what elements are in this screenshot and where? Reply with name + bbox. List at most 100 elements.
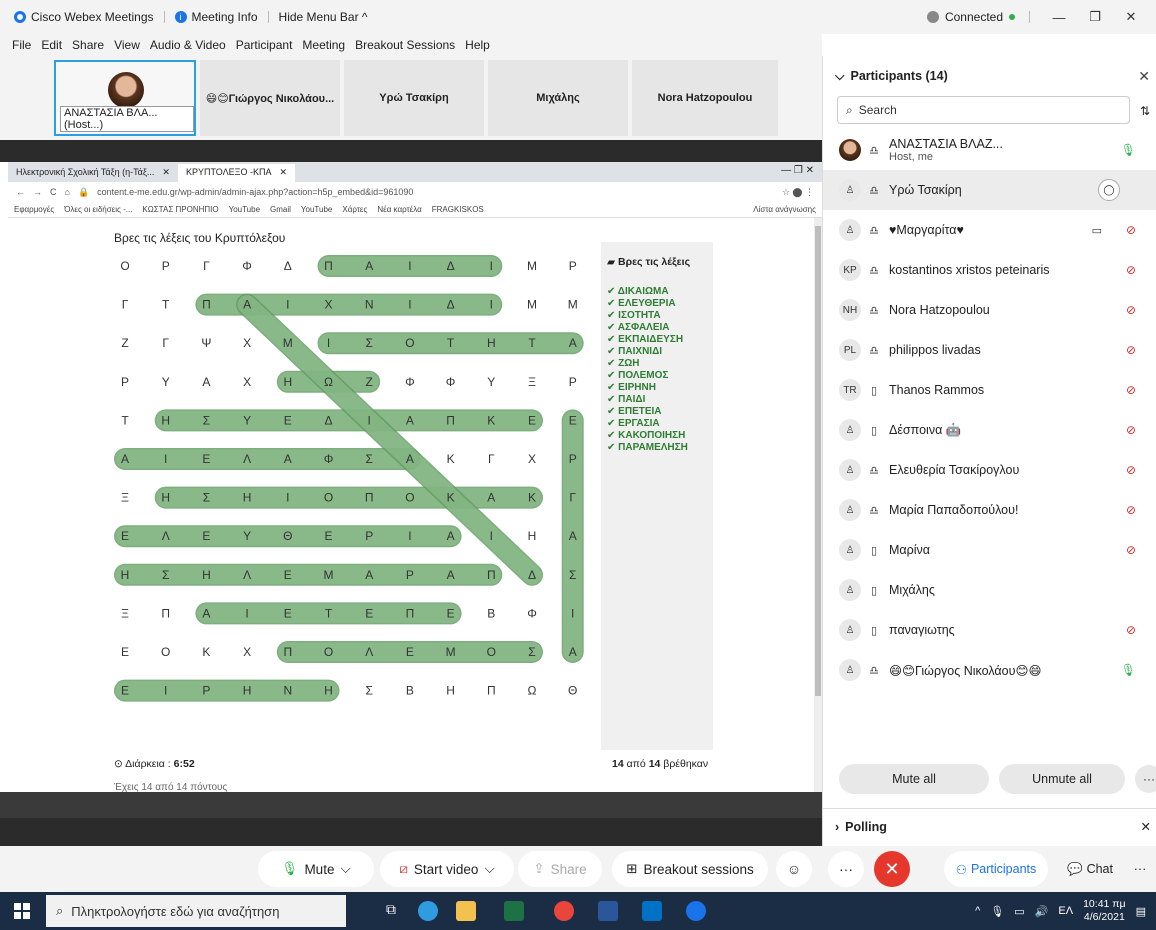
grid-letter[interactable]: Α — [202, 375, 210, 389]
video-tile[interactable]: Υρώ Τσακίρη — [344, 60, 484, 136]
grid-letter[interactable]: Ω — [528, 684, 537, 698]
mic-on-icon[interactable]: 🎙 — [1121, 663, 1136, 677]
grid-letter[interactable]: Ε — [284, 413, 292, 427]
grid-letter[interactable]: Κ — [447, 452, 455, 466]
grid-letter[interactable]: Μ — [527, 298, 537, 312]
back-icon[interactable]: ← — [16, 187, 25, 197]
menu-edit[interactable]: Edit — [41, 38, 62, 52]
chrome-icon[interactable] — [554, 901, 574, 921]
close-tab-icon[interactable]: ✕ — [162, 167, 170, 179]
menu-audio-video[interactable]: Audio & Video — [150, 38, 226, 52]
grid-letter[interactable]: Α — [406, 452, 414, 466]
participant-row[interactable]: TR ▯ Thanos Rammos ⊘ — [823, 370, 1156, 410]
grid-letter[interactable]: Ε — [121, 529, 129, 543]
reactions-button[interactable]: ☺ — [776, 851, 812, 887]
grid-letter[interactable]: Ο — [405, 491, 414, 505]
grid-letter[interactable]: Σ — [365, 684, 372, 698]
mic-muted-icon[interactable]: ⊘ — [1126, 623, 1136, 637]
grid-letter[interactable]: Π — [446, 413, 455, 427]
reload-icon[interactable]: C — [50, 187, 57, 197]
grid-letter[interactable]: Γ — [488, 452, 495, 466]
grid-letter[interactable]: Ε — [284, 568, 292, 582]
meeting-info-button[interactable]: i Meeting Info — [174, 10, 258, 24]
grid-letter[interactable]: Σ — [528, 645, 535, 659]
grid-letter[interactable]: Α — [406, 413, 414, 427]
grid-letter[interactable]: Γ — [203, 259, 210, 273]
controls-more-button[interactable]: ··· — [1126, 851, 1154, 887]
grid-letter[interactable]: Ε — [569, 413, 577, 427]
grid-letter[interactable]: Ξ — [528, 375, 536, 389]
grid-letter[interactable]: Ε — [121, 645, 129, 659]
grid-letter[interactable]: Α — [365, 259, 373, 273]
grid-letter[interactable]: Α — [284, 452, 292, 466]
grid-letter[interactable]: Α — [447, 568, 455, 582]
grid-letter[interactable]: Η — [202, 568, 211, 582]
more-button[interactable]: ··· — [828, 851, 864, 887]
grid-letter[interactable]: Ν — [365, 298, 374, 312]
grid-letter[interactable]: Σ — [203, 491, 210, 505]
outlook-icon[interactable] — [642, 901, 662, 921]
mic-muted-icon[interactable]: ⊘ — [1126, 343, 1136, 357]
participant-row[interactable]: ♙ ♎ ♥Μαργαρίτα♥ ▭ ⊘ — [823, 210, 1156, 250]
language-indicator[interactable]: ΕΛ — [1058, 905, 1073, 917]
word-icon[interactable] — [598, 901, 618, 921]
grid-letter[interactable]: Ι — [245, 606, 248, 620]
menu-meeting[interactable]: Meeting — [302, 38, 345, 52]
video-tile[interactable]: 😄😊Γιώργος Νικολάου... — [200, 60, 340, 136]
grid-letter[interactable]: Η — [161, 413, 170, 427]
grid-letter[interactable]: Ρ — [569, 452, 577, 466]
grid-letter[interactable]: Ε — [324, 529, 332, 543]
close-window-button[interactable]: ✕ — [1116, 9, 1146, 25]
excel-icon[interactable] — [504, 901, 524, 921]
grid-letter[interactable]: Ρ — [121, 375, 129, 389]
grid-letter[interactable]: Γ — [122, 298, 129, 312]
grid-letter[interactable]: Μ — [324, 568, 334, 582]
grid-letter[interactable]: Ο — [120, 259, 129, 273]
grid-letter[interactable]: Η — [243, 684, 252, 698]
video-tile[interactable]: Nora Hatzopoulou — [632, 60, 778, 136]
volume-icon[interactable]: 🔊 — [1035, 905, 1049, 918]
grid-letter[interactable]: Λ — [162, 529, 170, 543]
participant-row[interactable]: ♙ ▯ Δέσποινα 🤖 ⊘ — [823, 410, 1156, 450]
grid-letter[interactable]: Ρ — [162, 259, 170, 273]
file-explorer-icon[interactable] — [456, 901, 476, 921]
participant-row[interactable]: NH ♎ Nora Hatzopoulou ⊘ — [823, 290, 1156, 330]
breakout-sessions-button[interactable]: ⊞ Breakout sessions — [612, 851, 768, 887]
grid-letter[interactable]: Ι — [571, 606, 574, 620]
menu-participant[interactable]: Participant — [236, 38, 293, 52]
participants-header[interactable]: ⌵ Participants (14) — [823, 56, 1156, 96]
search-input[interactable]: Search — [859, 103, 897, 117]
connection-status[interactable]: Connected — [945, 10, 1003, 24]
grid-letter[interactable]: Μ — [527, 259, 537, 273]
grid-letter[interactable]: Ο — [405, 336, 414, 350]
grid-letter[interactable]: Χ — [324, 298, 332, 312]
sort-list-icon[interactable]: ⇅ — [1140, 104, 1150, 118]
menu-file[interactable]: File — [12, 38, 31, 52]
mic-muted-icon[interactable]: ⊘ — [1126, 463, 1136, 477]
start-video-button[interactable]: ⧄ Start video ⌵ — [380, 851, 514, 887]
grid-letter[interactable]: Ο — [161, 645, 170, 659]
participant-row[interactable]: ♙ ♎ 😄😊Γιώργος Νικολάου😊😄 🎙 — [823, 650, 1156, 690]
grid-letter[interactable]: Η — [324, 684, 333, 698]
reading-list[interactable]: Λίστα ανάγνωσης — [753, 205, 822, 214]
grid-letter[interactable]: Σ — [569, 568, 576, 582]
grid-letter[interactable]: Π — [283, 645, 292, 659]
mic-muted-icon[interactable]: ⊘ — [1126, 383, 1136, 397]
grid-letter[interactable]: Γ — [569, 491, 576, 505]
grid-letter[interactable]: Δ — [528, 568, 536, 582]
grid-letter[interactable]: Ι — [408, 259, 411, 273]
mute-all-button[interactable]: Mute all — [839, 764, 989, 794]
network-icon[interactable]: ▭ — [1014, 905, 1024, 918]
browser-tab-active[interactable]: ΚΡΥΠΤΟΛΕΞΟ -ΚΠΑ ✕ — [177, 164, 296, 182]
grid-letter[interactable]: Ε — [202, 452, 210, 466]
grid-letter[interactable]: Η — [283, 375, 292, 389]
bookmark[interactable]: YouTube — [301, 205, 332, 214]
close-panel-icon[interactable]: ✕ — [1138, 68, 1150, 85]
grid-letter[interactable]: Λ — [365, 645, 373, 659]
task-view-icon[interactable]: ⧉ — [386, 901, 406, 921]
minimize-button[interactable]: — — [1044, 10, 1074, 25]
grid-letter[interactable]: Ο — [487, 645, 496, 659]
mic-muted-icon[interactable]: ⊘ — [1126, 543, 1136, 557]
hide-menu-bar-button[interactable]: Hide Menu Bar ^ — [279, 10, 368, 24]
grid-letter[interactable]: Φ — [324, 452, 334, 466]
